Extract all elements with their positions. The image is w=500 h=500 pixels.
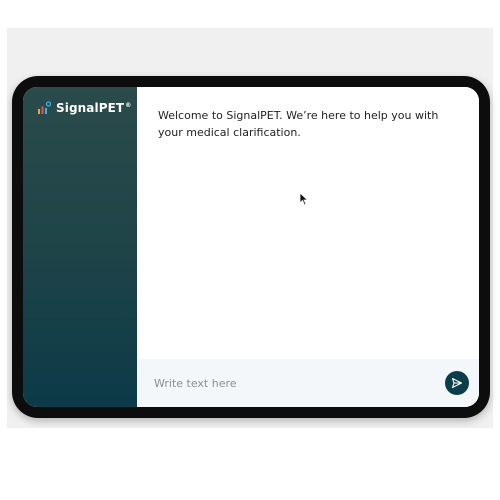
mouse-pointer-icon [299,192,309,206]
message-composer [137,359,479,407]
brand-name: SignalPET® [56,101,132,115]
tablet-frame: SignalPET® Welcome to SignalPET. We’re h… [12,76,490,418]
registered-mark: ® [125,102,132,109]
send-icon [451,377,463,389]
chat-window: SignalPET® Welcome to SignalPET. We’re h… [23,87,479,407]
chat-main: Welcome to SignalPET. We’re here to help… [137,87,479,407]
bottom-strip [7,428,493,448]
send-button[interactable] [445,371,469,395]
sidebar: SignalPET® [23,87,137,407]
brand[interactable]: SignalPET® [37,101,131,115]
welcome-message: Welcome to SignalPET. We’re here to help… [158,109,439,139]
message-input[interactable] [152,375,445,391]
signalpet-logo-icon [38,101,51,114]
